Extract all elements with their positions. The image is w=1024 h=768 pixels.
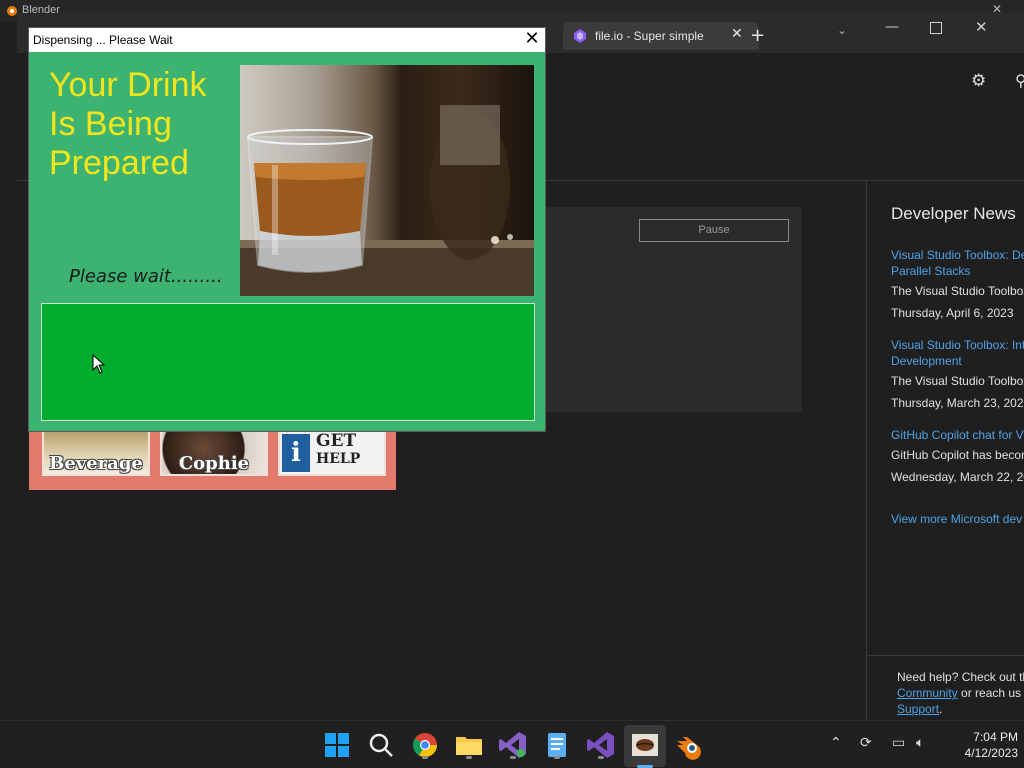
visual-studio-icon[interactable] bbox=[585, 729, 617, 761]
get-help-line1: GET bbox=[316, 431, 357, 451]
sync-icon[interactable]: ⟳ bbox=[860, 735, 872, 751]
search-icon[interactable] bbox=[365, 729, 397, 761]
news-item-link[interactable]: Visual Studio Toolbox: Int bbox=[891, 337, 1024, 353]
news-item: Visual Studio Toolbox: Int Development T… bbox=[891, 337, 1024, 411]
running-indicator bbox=[554, 756, 560, 759]
get-help-line2: HELP bbox=[316, 451, 361, 467]
clock-date: 4/12/2023 bbox=[964, 746, 1018, 760]
running-indicator bbox=[466, 756, 472, 759]
process-panel: Pause bbox=[520, 207, 802, 412]
help-reach-text: or reach us bbox=[957, 686, 1022, 700]
running-indicator bbox=[422, 756, 428, 759]
tab-fileio[interactable]: file.io - Super simple ✕ bbox=[563, 22, 759, 50]
start-icon[interactable] bbox=[321, 729, 353, 761]
beverage-label: Beverage bbox=[49, 453, 143, 474]
volume-icon[interactable]: 🔈︎ bbox=[916, 735, 924, 751]
tab-close-icon[interactable]: ✕ bbox=[731, 26, 743, 42]
headline-line: Prepared bbox=[49, 144, 189, 182]
fileio-icon bbox=[574, 29, 586, 43]
coffee-button[interactable]: Cophie bbox=[160, 430, 268, 476]
news-item-link[interactable]: GitHub Copilot chat for V bbox=[891, 427, 1024, 443]
shot-glass-illustration bbox=[240, 105, 534, 296]
developer-news-panel: Developer News Visual Studio Toolbox: De… bbox=[866, 181, 1024, 720]
headline-line: Your Drink bbox=[49, 66, 207, 104]
new-tab-icon[interactable]: + bbox=[750, 25, 765, 46]
beverage-button[interactable]: Beverage bbox=[42, 430, 150, 476]
news-item-summary: GitHub Copilot has becor bbox=[891, 448, 1024, 462]
news-item-date: Thursday, April 6, 2023 bbox=[891, 306, 1014, 320]
network-icon[interactable]: ▭ bbox=[892, 735, 905, 751]
news-item: Visual Studio Toolbox: De Parallel Stack… bbox=[891, 247, 1024, 321]
maximize-icon[interactable] bbox=[930, 22, 942, 34]
dialog-titlebar: Dispensing ... Please Wait ✕ bbox=[29, 28, 545, 52]
headline-line: Is Being bbox=[49, 105, 172, 143]
news-item-summary: The Visual Studio Toolbox bbox=[891, 374, 1024, 388]
news-item-date: Wednesday, March 22, 20 bbox=[891, 470, 1024, 484]
minimize-icon[interactable]: — bbox=[885, 19, 899, 35]
tab-fileio-label: file.io - Super simple bbox=[595, 29, 704, 43]
support-link[interactable]: Support bbox=[897, 702, 939, 716]
file-explorer-icon[interactable] bbox=[453, 729, 485, 761]
blender-icon[interactable] bbox=[673, 729, 705, 761]
community-link[interactable]: Community bbox=[897, 686, 958, 700]
drink-photo bbox=[240, 65, 534, 296]
help-line: Need help? Check out th bbox=[897, 670, 1024, 684]
clock-time: 7:04 PM bbox=[973, 730, 1018, 744]
please-wait-text: Please wait......... bbox=[69, 266, 223, 287]
news-item: GitHub Copilot chat for V GitHub Copilot… bbox=[891, 427, 1024, 485]
news-item-summary: The Visual Studio Toolbox bbox=[891, 284, 1024, 298]
gear-icon[interactable]: ⚙ bbox=[971, 71, 986, 91]
news-item-link-line2[interactable]: Parallel Stacks bbox=[891, 263, 1024, 279]
running-indicator bbox=[598, 756, 604, 759]
mouse-cursor-icon bbox=[92, 354, 106, 374]
running-indicator bbox=[510, 756, 516, 759]
pause-button[interactable]: Pause bbox=[639, 219, 789, 242]
dialog-close-button[interactable]: ✕ bbox=[523, 29, 541, 49]
notepad-icon[interactable] bbox=[541, 729, 573, 761]
chrome-icon[interactable] bbox=[409, 729, 441, 761]
info-icon: i bbox=[282, 434, 310, 472]
news-item-link[interactable]: Visual Studio Toolbox: De bbox=[891, 247, 1024, 263]
chevron-down-icon[interactable]: ⌄ bbox=[837, 23, 847, 37]
dispensing-dialog: Dispensing ... Please Wait ✕ Your Drink … bbox=[28, 27, 546, 432]
visual-studio-preview-icon[interactable] bbox=[497, 729, 529, 761]
divider bbox=[867, 655, 1024, 656]
coffee-app-icon[interactable] bbox=[629, 729, 661, 761]
help-box: Need help? Check out th Community or rea… bbox=[897, 669, 1024, 717]
window-close-icon[interactable]: ✕ bbox=[975, 18, 988, 36]
blender-icon bbox=[7, 6, 17, 16]
taskbar: ⌃ ⟳ ▭ 🔈︎ 7:04 PM 4/12/2023 bbox=[0, 720, 1024, 768]
drink-headline: Your Drink Is Being Prepared bbox=[49, 66, 249, 183]
coffee-label: Cophie bbox=[178, 453, 250, 474]
help-period: . bbox=[939, 702, 943, 716]
system-clock[interactable]: 7:04 PM 4/12/2023 bbox=[938, 729, 1018, 761]
account-icon[interactable]: ⚲ bbox=[1015, 71, 1024, 90]
news-item-date: Thursday, March 23, 2023 bbox=[891, 396, 1024, 410]
developer-news-title: Developer News bbox=[891, 204, 1016, 223]
dispense-progress-panel bbox=[41, 303, 535, 421]
dialog-title: Dispensing ... Please Wait bbox=[33, 33, 173, 47]
view-more-link[interactable]: View more Microsoft dev bbox=[891, 512, 1022, 526]
chevron-up-icon[interactable]: ⌃ bbox=[830, 735, 842, 751]
get-help-button[interactable]: i GET HELP bbox=[278, 430, 386, 476]
news-item-link-line2[interactable]: Development bbox=[891, 353, 1024, 369]
get-help-label: GET HELP bbox=[316, 432, 360, 468]
